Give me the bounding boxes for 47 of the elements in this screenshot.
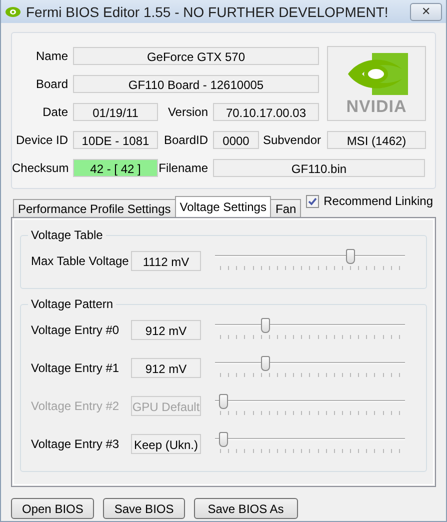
date-label: Date xyxy=(42,105,69,119)
tab[interactable]: Performance Profile Settings xyxy=(13,199,176,217)
bios-button[interactable]: Save BIOS xyxy=(103,498,185,519)
group-title: Voltage Table xyxy=(30,228,104,242)
window-title: Fermi BIOS Editor 1.55 - NO FURTHER DEVELOPMENT! xyxy=(26,4,390,20)
subvendor-label: Subvendor xyxy=(262,133,322,147)
voltage-label: Voltage Entry #2 xyxy=(31,399,120,413)
voltage-field: Keep (Ukn.) xyxy=(131,434,201,454)
board-field: GF110 Board - 12610005 xyxy=(73,75,319,93)
slider-thumb[interactable] xyxy=(261,356,270,371)
board-id-field: 0000 xyxy=(213,131,259,149)
voltage-label: Voltage Entry #0 xyxy=(31,323,120,337)
checksum-field: 42 - [ 42 ] xyxy=(73,159,158,177)
name-label: Name xyxy=(34,49,69,63)
eye-logo-icon xyxy=(5,6,21,18)
slider-thumb[interactable] xyxy=(261,318,270,333)
voltage-field: 1112 mV xyxy=(131,251,201,271)
close-button[interactable]: ✕ xyxy=(410,2,442,20)
logo-text: NVIDIA xyxy=(346,96,407,116)
voltage-field: 912 mV xyxy=(131,320,201,340)
date-field: 01/19/11 xyxy=(73,103,158,121)
filename-label: Filename xyxy=(158,161,209,175)
name-field: GeForce GTX 570 xyxy=(73,47,319,65)
tab[interactable]: Voltage Settings xyxy=(174,196,272,217)
checkbox[interactable] xyxy=(306,194,319,208)
voltage-label: Voltage Entry #3 xyxy=(31,437,120,451)
version-label: Version xyxy=(166,105,209,119)
voltage-label: Max Table Voltage xyxy=(31,254,130,268)
bios-button[interactable]: Open BIOS xyxy=(11,498,94,519)
version-field: 70.10.17.00.03 xyxy=(213,103,319,121)
voltage-label: Voltage Entry #1 xyxy=(31,361,120,375)
slider-thumb[interactable] xyxy=(218,432,228,447)
group-title: Voltage Pattern xyxy=(30,297,114,311)
device-id-field: 10DE - 1081 xyxy=(73,131,158,149)
slider-thumb[interactable] xyxy=(346,249,355,264)
eye-logo-icon xyxy=(346,50,408,96)
board-label: Board xyxy=(34,77,69,91)
checkbox-label: Recommend Linking xyxy=(324,194,433,208)
checksum-label: Checksum xyxy=(12,161,70,175)
voltage-field: 912 mV xyxy=(131,358,201,378)
filename-field: GF110.bin xyxy=(213,159,425,177)
device-id-label: Device ID xyxy=(14,133,69,147)
board-id-label: BoardID xyxy=(162,133,209,147)
tab[interactable]: Fan xyxy=(270,199,302,217)
subvendor-field: MSI (1462) xyxy=(327,131,426,149)
bios-button[interactable]: Save BIOS As xyxy=(194,498,298,519)
voltage-field: GPU Default xyxy=(131,396,201,416)
